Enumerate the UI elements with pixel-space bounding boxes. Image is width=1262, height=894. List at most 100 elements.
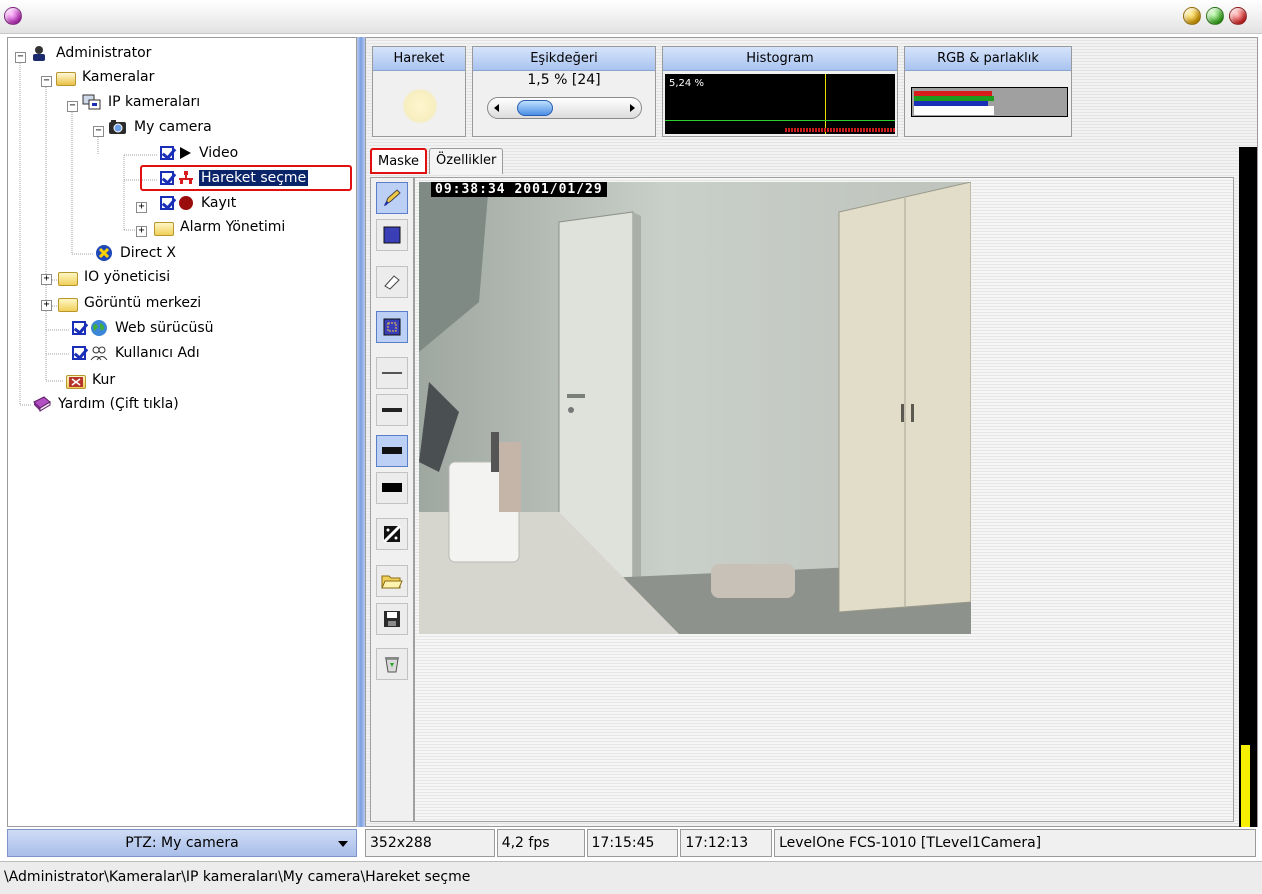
ptz-camera-select[interactable]: PTZ: My camera — [7, 829, 357, 857]
mask-canvas[interactable]: 09:38:34 2001/01/29 — [414, 177, 1234, 822]
users-icon — [89, 344, 109, 362]
collapse-ip-cameras[interactable]: − — [67, 101, 78, 112]
web-enabled-checkbox[interactable] — [72, 321, 86, 335]
detail-panel: Hareket Eşikdeğeri 1,5 % [24] Histogram … — [365, 37, 1258, 827]
administrator-icon — [30, 44, 50, 62]
histogram-plot: 5,24 % — [665, 74, 895, 134]
slider-left-arrow-icon[interactable] — [494, 104, 499, 112]
folder-icon — [58, 272, 78, 286]
video-enabled-checkbox[interactable] — [160, 146, 174, 160]
minimize-button[interactable] — [1183, 7, 1201, 25]
brightness-bar — [914, 106, 994, 115]
tree-item-io-yoneticisi[interactable]: IO yöneticisi — [58, 266, 172, 288]
users-enabled-checkbox[interactable] — [72, 346, 86, 360]
tree-item-label: Kur — [92, 372, 116, 388]
line-extra-thick-icon — [382, 483, 402, 492]
eraser-icon — [384, 275, 400, 290]
tree-item-ip-cameras[interactable]: IP kameraları — [82, 91, 202, 113]
save-mask-button[interactable] — [376, 603, 408, 635]
chevron-down-icon[interactable] — [338, 841, 348, 847]
pen-icon — [383, 189, 401, 207]
tree-item-label: Kayıt — [201, 195, 237, 211]
expand-io[interactable]: + — [41, 274, 52, 285]
tree-item-alarm-yonetimi[interactable]: Alarm Yönetimi — [154, 216, 287, 238]
motion-indicator-icon — [403, 89, 437, 123]
histogram-meter-label: Histogram — [663, 47, 897, 71]
record-icon — [177, 194, 195, 212]
status-resolution: 352x288 — [365, 829, 495, 857]
invert-mask-icon — [382, 524, 402, 544]
expand-alarm[interactable]: + — [136, 226, 147, 237]
tree-item-administrator[interactable]: Administrator — [30, 42, 153, 64]
collapse-my-camera[interactable]: − — [93, 126, 104, 137]
histogram-meter: Histogram 5,24 % — [662, 46, 898, 137]
line-medium-tool-button[interactable] — [376, 394, 408, 426]
tree-item-kameralar[interactable]: Kameralar — [56, 66, 156, 88]
tree-item-my-camera[interactable]: My camera — [108, 116, 214, 138]
camera-scene-image — [419, 182, 971, 634]
status-camera-model: LevelOne FCS-1010 [TLevel1Camera] — [774, 829, 1256, 857]
folder-icon — [154, 222, 174, 236]
collapse-administrator[interactable]: − — [15, 52, 26, 63]
tab-ozellikler[interactable]: Özellikler — [429, 148, 504, 174]
fill-rect-icon — [383, 226, 401, 244]
open-mask-button[interactable] — [376, 565, 408, 597]
slider-right-arrow-icon[interactable] — [630, 104, 635, 112]
line-thick-tool-button[interactable] — [376, 435, 408, 467]
threshold-slider[interactable] — [487, 97, 642, 119]
tab-label: Maske — [378, 154, 420, 169]
current-path: \Administrator\Kameralar\IP kameraları\M… — [0, 861, 1262, 894]
collapse-kameralar[interactable]: − — [41, 76, 52, 87]
close-button[interactable] — [1229, 7, 1247, 25]
ptz-label: PTZ: My camera — [125, 835, 239, 851]
expand-goruntu[interactable]: + — [41, 300, 52, 311]
tree-item-label: My camera — [134, 119, 212, 135]
status-time-2: 17:12:13 — [680, 829, 773, 857]
camera-video-frame[interactable]: 09:38:34 2001/01/29 — [419, 182, 971, 634]
select-rect-icon — [383, 318, 401, 336]
pen-tool-button[interactable] — [376, 182, 408, 214]
video-timestamp: 09:38:34 2001/01/29 — [431, 182, 607, 197]
status-bar: 352x288 4,2 fps 17:15:45 17:12:13 LevelO… — [365, 829, 1258, 857]
tree-item-goruntu-merkezi[interactable]: Görüntü merkezi — [58, 292, 203, 314]
tree-item-label: Kameralar — [82, 69, 155, 85]
maximize-button[interactable] — [1206, 7, 1224, 25]
slider-thumb[interactable] — [517, 100, 554, 116]
expand-kayit[interactable]: + — [136, 202, 147, 213]
motion-detect-icon — [177, 169, 195, 187]
fill-rect-tool-button[interactable] — [376, 219, 408, 251]
tree-item-hareket-secme[interactable]: Hareket seçme — [160, 167, 309, 189]
line-extra-thick-tool-button[interactable] — [376, 472, 408, 504]
tree-item-label: Direct X — [120, 245, 176, 261]
record-enabled-checkbox[interactable] — [160, 196, 174, 210]
globe-icon — [89, 319, 109, 337]
tree-item-kayit[interactable]: Kayıt — [160, 192, 238, 214]
folder-open-icon — [56, 72, 76, 86]
tree-item-kullanici-adi[interactable]: Kullanıcı Adı — [72, 342, 202, 364]
tree-item-label: Administrator — [56, 45, 152, 61]
help-book-icon — [32, 395, 52, 413]
camera-icon — [108, 118, 128, 136]
tree-item-kur[interactable]: Kur — [66, 369, 117, 391]
directx-icon — [94, 244, 114, 262]
line-thin-tool-button[interactable] — [376, 357, 408, 389]
tree-item-yardim[interactable]: Yardım (Çift tıkla) — [32, 393, 181, 415]
title-bar — [0, 0, 1262, 34]
tree-item-video[interactable]: Video — [160, 142, 240, 164]
tree-item-label: Web sürücüsü — [115, 320, 214, 336]
select-rect-tool-button[interactable] — [376, 311, 408, 343]
motion-level-fill — [1241, 745, 1250, 827]
motion-enabled-checkbox[interactable] — [160, 171, 174, 185]
invert-mask-tool-button[interactable] — [376, 518, 408, 550]
tree-item-direct-x[interactable]: Direct X — [94, 242, 178, 264]
folder-icon — [58, 298, 78, 312]
clear-mask-button[interactable] — [376, 648, 408, 680]
eraser-tool-button[interactable] — [376, 266, 408, 298]
tab-maske[interactable]: Maske — [370, 148, 428, 174]
tree-item-label: Görüntü merkezi — [84, 295, 202, 311]
app-menu-icon[interactable] — [4, 7, 22, 25]
tree-item-label: IP kameraları — [108, 94, 201, 110]
panel-splitter[interactable] — [357, 37, 365, 827]
threshold-meter-label: Eşikdeğeri — [473, 47, 655, 71]
tree-item-web-surucusu[interactable]: Web sürücüsü — [72, 317, 216, 339]
